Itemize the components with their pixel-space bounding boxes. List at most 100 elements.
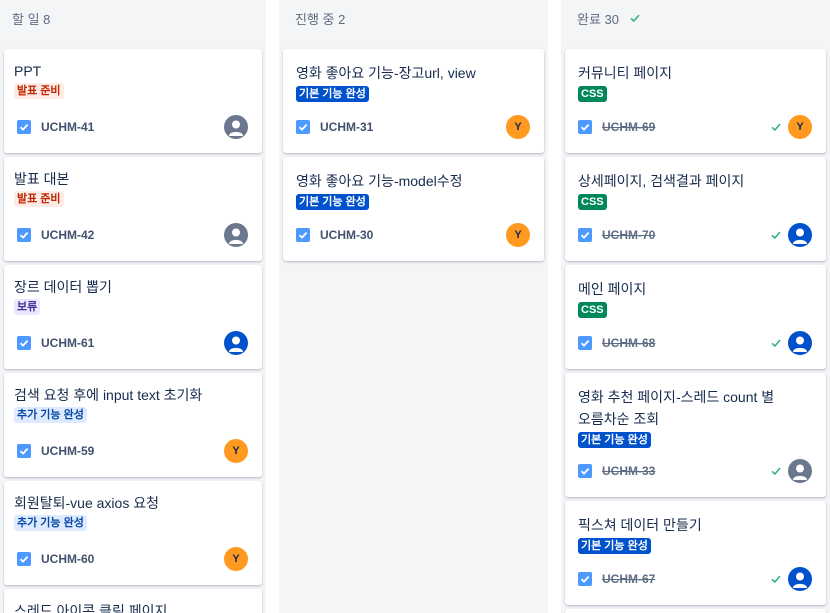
issue-title: 검색 요청 후에 input text 초기화 [14, 387, 203, 403]
issue-card[interactable]: 메인 페이지 CSS UCHM-68 [565, 265, 826, 369]
card-footer: UCHM-61 [4, 331, 262, 355]
issue-label: CSS [578, 194, 607, 210]
issue-label: 기본 기능 완성 [296, 194, 369, 210]
issue-label: 보류 [14, 299, 41, 315]
issue-label: 기본 기능 완성 [578, 538, 651, 554]
avatar[interactable]: Y [224, 439, 248, 463]
card-footer: UCHM-30 Y [283, 223, 544, 247]
column-todo: 할 일 8 PPT 발표 준비 UCHM-41 발표 대본 발표 준비 UCHM… [0, 0, 266, 613]
issue-key[interactable]: UCHM-41 [41, 120, 94, 134]
issue-title: 픽스쳐 데이터 만들기 [578, 517, 702, 533]
issue-title: 커뮤니티 페이지 [578, 65, 673, 81]
issue-key[interactable]: UCHM-69 [602, 120, 655, 134]
issue-label: 발표 준비 [14, 83, 64, 99]
task-checkbox-icon [17, 444, 31, 458]
issue-label: 기본 기능 완성 [578, 432, 651, 448]
issue-card[interactable]: 검색 요청 후에 input text 초기화 추가 기능 완성 UCHM-59… [4, 373, 262, 477]
issue-title: 장르 데이터 뽑기 [14, 279, 112, 295]
user-icon[interactable] [224, 223, 248, 247]
issue-title: 메인 페이지 [578, 281, 647, 297]
issue-title: PPT [14, 63, 42, 79]
card-footer: UCHM-69 Y [565, 115, 826, 139]
column-header-done: 완료 30 [561, 0, 830, 36]
issue-title: 영화 좋아요 기능-model수정 [296, 173, 463, 189]
task-checkbox-icon [296, 228, 310, 242]
user-icon[interactable] [788, 331, 812, 355]
issue-label: 발표 준비 [14, 191, 64, 207]
task-checkbox-icon [17, 228, 31, 242]
issue-card[interactable]: 영화 좋아요 기능-model수정 기본 기능 완성 UCHM-30 Y [283, 157, 544, 261]
column-header-todo: 할 일 8 [12, 11, 51, 27]
issue-key[interactable]: UCHM-60 [41, 552, 94, 566]
card-footer: UCHM-33 [565, 459, 826, 483]
issue-label: 추가 기능 완성 [14, 515, 87, 531]
column-done: 완료 30 커뮤니티 페이지 CSS UCHM-69 Y 상세페이지, 검색결과… [561, 0, 830, 613]
card-footer: UCHM-31 Y [283, 115, 544, 139]
issue-label: CSS [578, 302, 607, 318]
issue-label: 추가 기능 완성 [14, 407, 87, 423]
check-icon [629, 12, 641, 24]
issue-key[interactable]: UCHM-61 [41, 336, 94, 350]
avatar[interactable]: Y [788, 115, 812, 139]
issue-card[interactable]: 상세페이지, 검색결과 페이지 CSS UCHM-70 [565, 157, 826, 261]
check-icon [770, 229, 782, 241]
issue-title: 영화 추천 페이지-스레드 count 별 오름차순 조회 [578, 389, 775, 427]
user-icon[interactable] [788, 567, 812, 591]
issue-key[interactable]: UCHM-33 [602, 464, 655, 478]
issue-title: 회원탈퇴-vue axios 요청 [14, 495, 159, 511]
issue-key[interactable]: UCHM-30 [320, 228, 373, 242]
task-checkbox-icon [578, 336, 592, 350]
issue-key[interactable]: UCHM-67 [602, 572, 655, 586]
task-checkbox-icon [17, 120, 31, 134]
issue-card[interactable]: 영화 추천 페이지-스레드 count 별 오름차순 조회 기본 기능 완성 U… [565, 373, 826, 497]
user-icon[interactable] [788, 223, 812, 247]
issue-title: 영화 좋아요 기능-장고url, view [296, 65, 476, 81]
check-icon [770, 573, 782, 585]
issue-card[interactable]: 영화 좋아요 기능-장고url, view 기본 기능 완성 UCHM-31 Y [283, 49, 544, 153]
check-icon [770, 465, 782, 477]
card-footer: UCHM-70 [565, 223, 826, 247]
card-footer: UCHM-60 Y [4, 547, 262, 571]
check-icon [770, 121, 782, 133]
issue-card[interactable]: 발표 대본 발표 준비 UCHM-42 [4, 157, 262, 261]
issue-card[interactable]: 장르 데이터 뽑기 보류 UCHM-61 [4, 265, 262, 369]
task-checkbox-icon [578, 228, 592, 242]
card-footer: UCHM-41 [4, 115, 262, 139]
column-header-in-progress: 진행 중 2 [295, 11, 346, 27]
task-checkbox-icon [17, 336, 31, 350]
issue-card[interactable]: 픽스쳐 데이터 만들기 기본 기능 완성 UCHM-67 [565, 501, 826, 605]
task-checkbox-icon [296, 120, 310, 134]
task-checkbox-icon [578, 464, 592, 478]
issue-card[interactable]: 스레드 아이콘 클릭 페이지 [4, 589, 262, 613]
issue-key[interactable]: UCHM-68 [602, 336, 655, 350]
task-checkbox-icon [578, 572, 592, 586]
issue-label: 기본 기능 완성 [296, 86, 369, 102]
issue-card[interactable]: 커뮤니티 페이지 CSS UCHM-69 Y [565, 49, 826, 153]
issue-title: 스레드 아이콘 클릭 페이지 [14, 603, 168, 613]
task-checkbox-icon [578, 120, 592, 134]
card-footer: UCHM-67 [565, 567, 826, 591]
column-title-done: 완료 30 [577, 11, 619, 27]
issue-card[interactable]: PPT 발표 준비 UCHM-41 [4, 49, 262, 153]
avatar[interactable]: Y [506, 115, 530, 139]
avatar[interactable]: Y [506, 223, 530, 247]
card-footer: UCHM-59 Y [4, 439, 262, 463]
user-icon[interactable] [224, 115, 248, 139]
issue-key[interactable]: UCHM-31 [320, 120, 373, 134]
avatar[interactable]: Y [224, 547, 248, 571]
issue-key[interactable]: UCHM-70 [602, 228, 655, 242]
column-in-progress: 진행 중 2 영화 좋아요 기능-장고url, view 기본 기능 완성 UC… [279, 0, 548, 613]
issue-card[interactable]: 회원탈퇴-vue axios 요청 추가 기능 완성 UCHM-60 Y [4, 481, 262, 585]
issue-card[interactable] [565, 609, 826, 613]
check-icon [770, 337, 782, 349]
issue-title: 상세페이지, 검색결과 페이지 [578, 173, 745, 189]
issue-key[interactable]: UCHM-59 [41, 444, 94, 458]
issue-key[interactable]: UCHM-42 [41, 228, 94, 242]
user-icon[interactable] [224, 331, 248, 355]
task-checkbox-icon [17, 552, 31, 566]
user-icon[interactable] [788, 459, 812, 483]
card-footer: UCHM-68 [565, 331, 826, 355]
issue-title: 발표 대본 [14, 171, 70, 187]
issue-label: CSS [578, 86, 607, 102]
card-footer: UCHM-42 [4, 223, 262, 247]
